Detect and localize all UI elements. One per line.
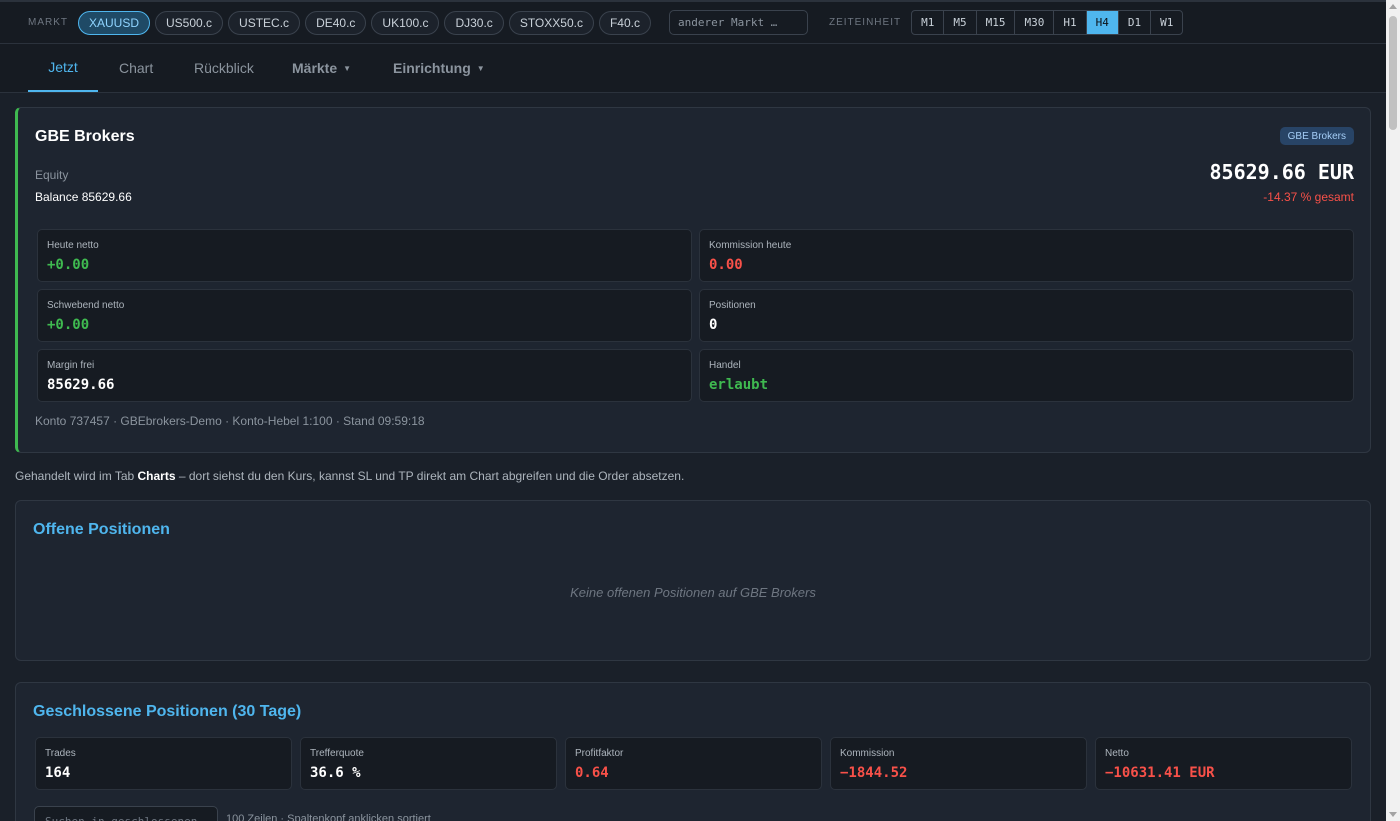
account-footer: Konto 737457 · GBEbrokers-Demo · Konto-H…	[35, 414, 425, 428]
tab-rueckblick[interactable]: Rückblick	[194, 44, 254, 92]
broker-badge: GBE Brokers	[1279, 127, 1354, 145]
tab-chart[interactable]: Chart	[119, 44, 153, 92]
market-chip-stoxx50[interactable]: STOXX50.c	[508, 10, 594, 35]
timeframe-d1[interactable]: D1	[1119, 11, 1152, 34]
stat-value: 0.00	[709, 257, 743, 273]
stat-netto: Netto −10631.41 EUR	[1095, 737, 1352, 790]
stat-label: Kommission heute	[709, 240, 792, 251]
stat-kommission-heute: Kommission heute 0.00	[699, 229, 1354, 282]
market-chip-de40[interactable]: DE40.c	[305, 10, 367, 35]
stat-label: Kommission	[840, 748, 895, 759]
timeframe-selector: M1 M5 M15 M30 H1 H4 D1 W1	[911, 10, 1184, 35]
page-scrollbar[interactable]	[1386, 0, 1400, 821]
market-chip-xauusd[interactable]: XAUUSD	[78, 10, 151, 35]
balance-value: Balance 85629.66	[35, 190, 132, 204]
stat-label: Profitfaktor	[575, 748, 624, 759]
market-chip-uk100[interactable]: UK100.c	[371, 10, 440, 35]
stat-value: 0	[709, 317, 718, 333]
market-chip-ustec[interactable]: USTEC.c	[228, 10, 301, 35]
tab-maerkte[interactable]: Märkte ▼	[292, 44, 351, 92]
equity-value: 85629.66 EUR	[1209, 160, 1355, 184]
tab-maerkte-label: Märkte	[292, 60, 338, 76]
hint-text: Gehandelt wird im Tab	[15, 469, 138, 483]
stat-positionen: Positionen 0	[699, 289, 1354, 342]
hint-text: – dort siehst du den Kurs, kannst SL und…	[175, 469, 685, 483]
market-bar: MARKT XAUUSD US500.c USTEC.c DE40.c UK10…	[0, 0, 1386, 44]
market-label: MARKT	[28, 17, 68, 28]
open-positions-title: Offene Positionen	[33, 521, 170, 538]
timeframe-m30[interactable]: M30	[1015, 11, 1055, 34]
broker-name: GBE Brokers	[35, 128, 135, 145]
stat-value: −10631.41 EUR	[1105, 765, 1215, 781]
timeframe-h4[interactable]: H4	[1086, 11, 1119, 34]
equity-change: -14.37 % gesamt	[1263, 190, 1354, 204]
stat-label: Schwebend netto	[47, 300, 125, 311]
stat-value: +0.00	[47, 257, 90, 273]
scroll-thumb[interactable]	[1389, 16, 1397, 130]
stat-margin-frei: Margin frei 85629.66	[37, 349, 692, 402]
open-positions-card: Offene Positionen Keine offenen Position…	[15, 500, 1371, 661]
stat-value: −1844.52	[840, 765, 908, 781]
stat-handel: Handel erlaubt	[699, 349, 1354, 402]
timeframe-h1[interactable]: H1	[1054, 11, 1087, 34]
stat-profitfaktor: Profitfaktor 0.64	[565, 737, 822, 790]
scroll-down-icon[interactable]	[1389, 812, 1397, 817]
stat-label: Trefferquote	[310, 748, 364, 759]
stat-kommission: Kommission −1844.52	[830, 737, 1087, 790]
rows-note: 100 Zeilen · Spaltenkopf anklicken sorti…	[226, 813, 431, 821]
other-market-input[interactable]: anderer Markt …	[668, 10, 808, 35]
chevron-down-icon: ▼	[343, 63, 352, 73]
stat-schwebend-netto: Schwebend netto +0.00	[37, 289, 692, 342]
open-positions-empty: Keine offenen Positionen auf GBE Brokers	[570, 585, 816, 600]
scroll-up-icon[interactable]	[1389, 4, 1397, 9]
equity-label: Equity	[35, 168, 69, 182]
main-tabs: Jetzt Chart Rückblick Märkte ▼ Einrichtu…	[0, 44, 1386, 93]
stat-trades: Trades 164	[35, 737, 292, 790]
tab-einrichtung[interactable]: Einrichtung ▼	[393, 44, 485, 92]
tab-einrichtung-label: Einrichtung	[393, 60, 471, 76]
stat-value: 85629.66	[47, 377, 115, 393]
stat-label: Heute netto	[47, 240, 99, 251]
stat-label: Netto	[1105, 748, 1129, 759]
closed-positions-search-input[interactable]: Suchen in geschlossenen …	[34, 806, 218, 821]
stat-value: 36.6 %	[310, 765, 361, 781]
timeframe-m5[interactable]: M5	[944, 11, 977, 34]
stat-value: 0.64	[575, 765, 609, 781]
stat-label: Handel	[709, 360, 741, 371]
hint-charts-link: Charts	[137, 469, 176, 483]
timeframe-label: ZEITEINHEIT	[828, 17, 902, 28]
broker-account-card: GBE Brokers GBE Brokers Equity Balance 8…	[15, 107, 1371, 453]
stat-label: Margin frei	[47, 360, 95, 371]
closed-positions-card: Geschlossene Positionen (30 Tage) Trades…	[15, 682, 1371, 821]
stat-label: Positionen	[709, 300, 756, 311]
timeframe-m15[interactable]: M15	[977, 11, 1016, 34]
stat-value: 164	[45, 765, 71, 781]
trading-hint: Gehandelt wird im Tab Charts – dort sieh…	[15, 469, 684, 483]
stat-label: Trades	[45, 748, 76, 759]
market-chip-dj30[interactable]: DJ30.c	[444, 10, 504, 35]
stat-value: +0.00	[47, 317, 90, 333]
stat-heute-netto: Heute netto +0.00	[37, 229, 692, 282]
closed-positions-title: Geschlossene Positionen (30 Tage)	[33, 703, 302, 720]
chevron-down-icon: ▼	[476, 63, 485, 73]
tab-jetzt[interactable]: Jetzt	[28, 44, 98, 92]
timeframe-w1[interactable]: W1	[1151, 11, 1182, 34]
market-chip-us500[interactable]: US500.c	[155, 10, 224, 35]
timeframe-m1[interactable]: M1	[912, 11, 945, 34]
market-chip-f40[interactable]: F40.c	[598, 10, 651, 35]
stat-trefferquote: Trefferquote 36.6 %	[300, 737, 557, 790]
stat-value: erlaubt	[709, 377, 769, 393]
